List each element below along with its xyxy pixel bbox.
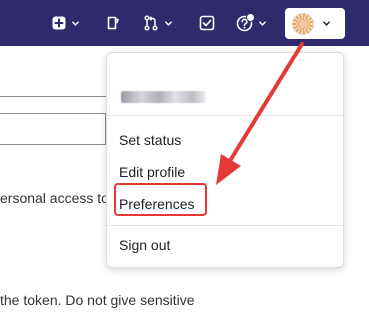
annotation-arrow <box>216 42 304 185</box>
